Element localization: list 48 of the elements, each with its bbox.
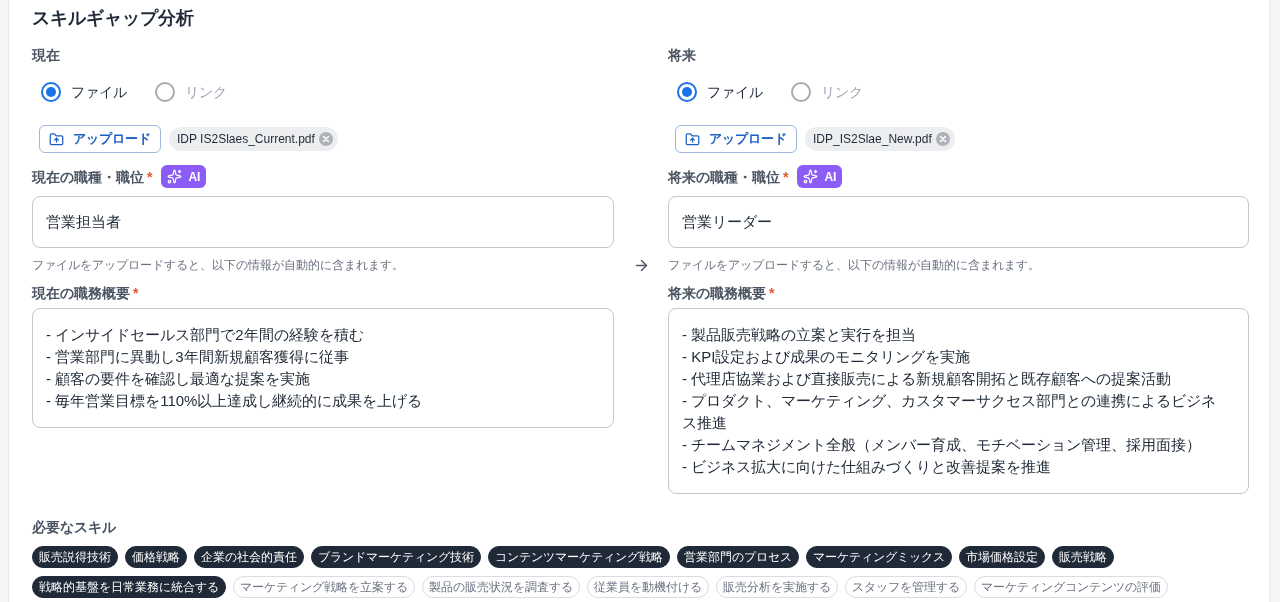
required-mark: * — [769, 283, 775, 303]
helper-text: ファイルをアップロードすると、以下の情報が自動的に含まれます。 — [32, 257, 405, 274]
skill-tag[interactable]: 販売戦略 — [1052, 546, 1114, 568]
skill-tag[interactable]: 企業の社会的責任 — [194, 546, 304, 568]
job-title-input[interactable]: 営業担当者 — [32, 196, 614, 248]
skill-tag[interactable]: スタッフを管理する — [845, 576, 967, 598]
skill-tag[interactable]: 営業部門のプロセス — [677, 546, 799, 568]
radio-option[interactable]: ファイル — [677, 80, 763, 104]
skill-tag[interactable]: 販売分析を実施する — [716, 576, 838, 598]
helper-text: ファイルをアップロードすると、以下の情報が自動的に含まれます。 — [668, 257, 1041, 274]
skill-tag[interactable]: 市場価格設定 — [959, 546, 1045, 568]
skill-tag[interactable]: 販売説得技術 — [32, 546, 118, 568]
job-title-input[interactable]: 営業リーダー — [668, 196, 1249, 248]
ai-button[interactable]: AI — [161, 165, 207, 188]
skill-tag[interactable]: マーケティングコンテンツの評価 — [974, 576, 1168, 598]
required-mark: * — [147, 167, 153, 187]
section-heading: 将来 — [668, 46, 697, 65]
field-label: 現在の職種・職位 — [32, 167, 144, 187]
sparkles-icon — [167, 169, 183, 184]
ai-button[interactable]: AI — [797, 165, 843, 188]
skill-tag[interactable]: ブランドマーケティング技術 — [311, 546, 481, 568]
folder-upload-icon — [685, 131, 700, 147]
sparkles-icon — [803, 169, 819, 184]
required-mark: * — [783, 167, 789, 187]
job-summary-field[interactable]: - インサイドセールス部門で2年間の経験を積む - 営業部門に異動し3年間新規顧客獲得に従事 - 顧客の要件を確認し最適な提案を実施 - 毎年営業目標を110%以上達成し継続的に成果を上げる — [32, 308, 614, 428]
field-label: 現在の職務概要 — [32, 283, 130, 303]
skill-tag[interactable]: 製品の販売状況を調査する — [422, 576, 580, 598]
job-summary-field[interactable]: - 製品販売戦略の立案と実行を担当 - KPI設定および成果のモニタリングを実施 - 代理店協業および直接販売による新規顧客開拓と既存顧客への提案活動 - プロダクト、マーケティング、カスタマーサクセス部門との連携によるビジネス推進 - チームマネジメント全般（メンバー育成、モチベーション管理、採用面接） - ビジネス拡大に向けた仕組みづくりと改善提案を推進 — [668, 308, 1249, 494]
section-label: 必要なスキル — [32, 518, 117, 537]
skill-tag[interactable]: コンテンツマーケティング戦略 — [488, 546, 670, 568]
page-title: スキルギャップ分析 — [32, 7, 195, 30]
section-heading: 現在 — [32, 46, 61, 65]
required-mark: * — [133, 283, 139, 303]
file-name: IDP IS2Slaes_Current.pdf — [177, 131, 315, 148]
field-label: 将来の職務概要 — [668, 283, 766, 303]
skill-tag[interactable]: 従業員を動機付ける — [587, 576, 709, 598]
skill-tag[interactable]: マーケティング戦略を立案する — [233, 576, 415, 598]
folder-upload-icon — [49, 131, 64, 147]
radio-option[interactable]: ファイル — [41, 80, 127, 104]
file-name: IDP_IS2Slae_New.pdf — [813, 131, 932, 148]
close-icon[interactable] — [318, 132, 333, 146]
skill-tag[interactable]: 戦略的基盤を日常業務に統合する — [32, 576, 226, 598]
skill-tag[interactable]: マーケティングミックス — [806, 546, 952, 568]
upload-button[interactable]: アップロード — [39, 125, 161, 153]
upload-button[interactable]: アップロード — [675, 125, 797, 153]
field-label: 将来の職種・職位 — [668, 167, 780, 187]
close-icon[interactable] — [935, 132, 950, 146]
skill-tag[interactable]: 価格戦略 — [125, 546, 187, 568]
